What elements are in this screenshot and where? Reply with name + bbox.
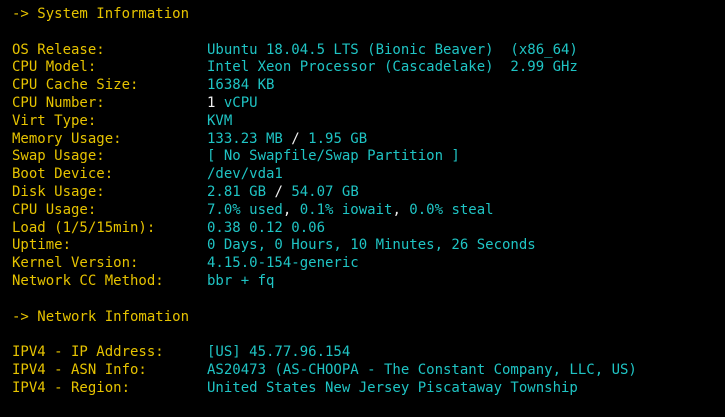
ipv4-address-label: IPV4 - IP Address:: [12, 344, 164, 361]
network-cc-label: Network CC Method:: [12, 272, 164, 289]
disk-usage-label: Disk Usage:: [12, 183, 105, 200]
ipv4-asn-value: AS20473 (AS-CHOOPA - The Constant Compan…: [207, 361, 637, 378]
network-cc-row: Network CC Method: bbr + fq: [12, 273, 717, 291]
cpu-number-row: CPU Number: 1 vCPU: [12, 95, 717, 113]
cpu-model-label: CPU Model:: [12, 59, 97, 76]
cpu-usage-separator-1: ,: [282, 201, 300, 218]
kernel-version-label: Kernel Version:: [12, 255, 139, 272]
memory-separator: /: [282, 130, 309, 147]
load-value: 0.38 0.12 0.06: [207, 219, 326, 236]
network-info-heading: -> Network Infomation: [12, 308, 190, 325]
ipv4-region-value: United States New Jersey Piscataway Town…: [207, 379, 578, 396]
disk-usage-row: Disk Usage: 2.81 GB / 54.07 GB: [12, 184, 717, 202]
load-label: Load (1/5/15min):: [12, 219, 156, 236]
virt-type-row: Virt Type: KVM: [12, 113, 717, 131]
uptime-value: 0 Days, 0 Hours, 10 Minutes, 26 Seconds: [207, 237, 536, 254]
ipv4-address-value: [US] 45.77.96.154: [207, 344, 351, 361]
system-info-heading: -> System Information: [12, 6, 190, 22]
ipv4-asn-label: IPV4 - ASN Info:: [12, 361, 147, 378]
load-row: Load (1/5/15min): 0.38 0.12 0.06: [12, 220, 717, 238]
ipv4-address-row: IPV4 - IP Address: [US] 45.77.96.154: [12, 344, 717, 362]
boot-device-row: Boot Device: /dev/vda1: [12, 166, 717, 184]
os-release-row: OS Release: Ubuntu 18.04.5 LTS (Bionic Be…: [12, 42, 717, 60]
cpu-cache-label: CPU Cache Size:: [12, 77, 139, 94]
kernel-version-row: Kernel Version: 4.15.0-154-generic: [12, 255, 717, 273]
memory-total-value: 1.95 GB: [308, 130, 368, 147]
ipv4-region-label: IPV4 - Region:: [12, 379, 131, 396]
memory-usage-row: Memory Usage: 133.23 MB / 1.95 GB: [12, 131, 717, 149]
virt-type-value: KVM: [207, 112, 233, 129]
uptime-label: Uptime:: [12, 237, 72, 254]
cpu-cache-value: 16384 KB: [207, 77, 275, 94]
network-cc-value: bbr + fq: [207, 272, 275, 289]
ipv4-asn-row: IPV4 - ASN Info: AS20473 (AS-CHOOPA - The…: [12, 362, 717, 380]
swap-usage-row: Swap Usage: [ No Swapfile/Swap Partition …: [12, 148, 717, 166]
ipv4-region-row: IPV4 - Region: United States New Jersey P…: [12, 380, 717, 398]
cpu-steal-value: 0.0% steal: [409, 201, 494, 218]
cpu-used-value: 7.0% used: [207, 201, 283, 218]
cpu-number-label: CPU Number:: [12, 94, 105, 111]
kernel-version-value: 4.15.0-154-generic: [207, 255, 359, 272]
cpu-model-value: Intel Xeon Processor (Cascadelake) 2.99 …: [207, 59, 578, 76]
cpu-usage-row: CPU Usage: 7.0% used, 0.1% iowait, 0.0% s…: [12, 202, 717, 220]
uptime-row: Uptime: 0 Days, 0 Hours, 10 Minutes, 26 S…: [12, 237, 717, 255]
disk-separator: /: [266, 183, 292, 200]
boot-device-value: /dev/vda1: [207, 166, 283, 183]
disk-used-value: 2.81 GB: [207, 183, 267, 200]
memory-usage-label: Memory Usage:: [12, 130, 122, 147]
disk-total-value: 54.07 GB: [291, 183, 359, 200]
cpu-cache-row: CPU Cache Size: 16384 KB: [12, 77, 717, 95]
cpu-number-unit: vCPU: [215, 94, 258, 111]
terminal-output: -> System Information OS Release: Ubuntu …: [12, 6, 717, 398]
boot-device-label: Boot Device:: [12, 166, 114, 183]
cpu-usage-label: CPU Usage:: [12, 201, 97, 218]
virt-type-label: Virt Type:: [12, 112, 97, 129]
os-release-value: Ubuntu 18.04.5 LTS (Bionic Beaver) (x86_…: [207, 41, 578, 58]
cpu-usage-separator-2: ,: [392, 201, 410, 218]
cpu-iowait-value: 0.1% iowait: [299, 201, 393, 218]
swap-usage-value: [ No Swapfile/Swap Partition ]: [207, 148, 460, 165]
swap-usage-label: Swap Usage:: [12, 148, 105, 165]
os-release-label: OS Release:: [12, 41, 105, 58]
memory-used-value: 133.23 MB: [207, 130, 283, 147]
cpu-model-row: CPU Model: Intel Xeon Processor (Cascadel…: [12, 59, 717, 77]
